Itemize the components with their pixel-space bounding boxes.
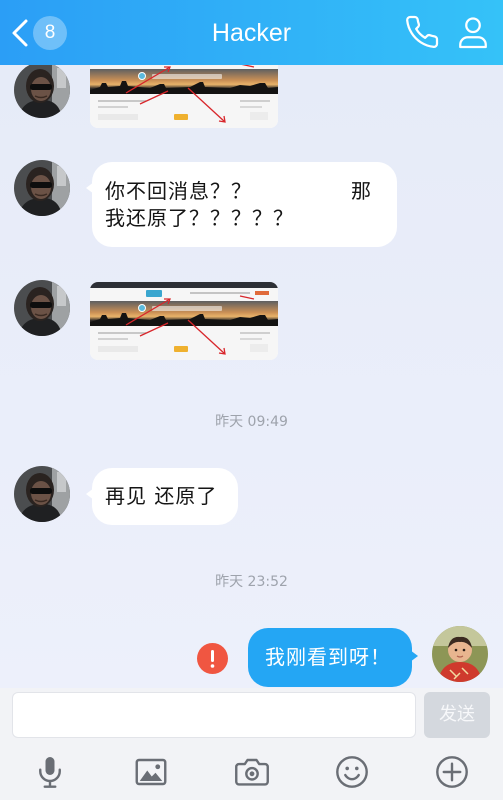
camera-icon[interactable]	[234, 754, 270, 790]
contact-avatar[interactable]	[14, 280, 70, 336]
outgoing-message-bubble[interactable]: 我刚看到呀！	[248, 628, 418, 687]
incoming-message-bubble[interactable]: 你不回消息？？ 那 我还原了？？？？？	[86, 162, 397, 247]
back-button[interactable]: 8	[6, 14, 70, 52]
image-message[interactable]	[90, 282, 278, 360]
error-icon[interactable]	[197, 643, 228, 674]
contact-avatar[interactable]	[14, 466, 70, 522]
message-composer: 发送	[0, 688, 503, 742]
contact-avatar[interactable]	[14, 160, 70, 216]
unread-count-badge: 8	[33, 16, 67, 50]
message-text: 那	[351, 179, 372, 203]
message-line: 我还原了？？？？？	[105, 205, 372, 232]
message-line: 你不回消息？？ 那	[105, 178, 372, 205]
message-timestamp: 昨天 23:52	[215, 574, 288, 590]
chevron-left-icon	[10, 18, 30, 48]
my-avatar[interactable]	[432, 626, 488, 682]
message-text: 再见 还原了	[105, 484, 218, 508]
incoming-message-bubble[interactable]: 再见 还原了	[86, 468, 238, 525]
chat-header: 8 Hacker	[0, 0, 503, 65]
image-icon[interactable]	[133, 754, 169, 790]
message-list[interactable]: 你不回消息？？ 那 我还原了？？？？？ 昨天 09:49 再见 还原了 昨天 2…	[0, 65, 503, 688]
plus-circle-icon[interactable]	[434, 754, 470, 790]
contact-avatar[interactable]	[14, 65, 70, 118]
message-input[interactable]	[12, 692, 416, 738]
image-message[interactable]	[90, 65, 278, 128]
message-text: 你不回消息？？	[105, 179, 252, 203]
person-icon[interactable]	[455, 14, 491, 50]
chat-screen: 8 Hacker 你不回消息？？ 那 我还原了？？？？？ 昨天 09:49 再见…	[0, 0, 503, 800]
send-button[interactable]: 发送	[424, 692, 490, 738]
emoji-icon[interactable]	[334, 754, 370, 790]
chat-title: Hacker	[211, 19, 292, 47]
message-timestamp: 昨天 09:49	[215, 414, 288, 430]
phone-icon[interactable]	[404, 14, 440, 50]
message-text: 我刚看到呀！	[265, 645, 391, 669]
microphone-icon[interactable]	[32, 754, 68, 790]
input-toolbar	[0, 742, 503, 800]
message-text: 我还原了？？？？？	[105, 206, 294, 230]
